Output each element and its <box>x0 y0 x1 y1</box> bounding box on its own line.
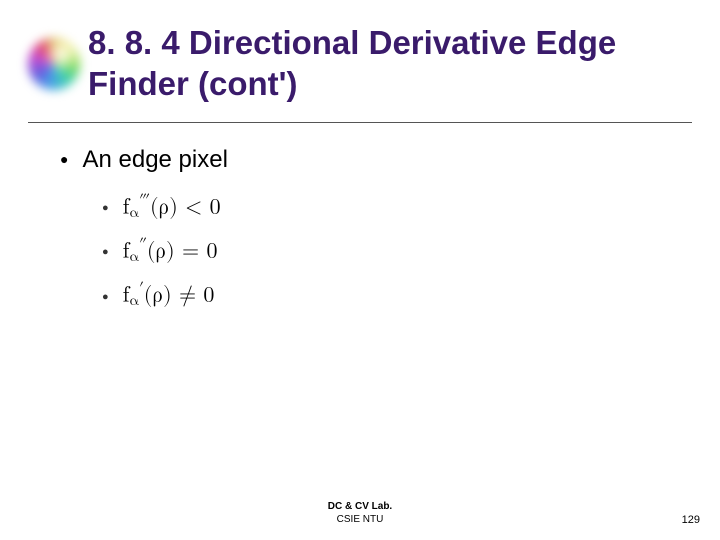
eq-superscript: ‴ <box>139 193 150 208</box>
eq-rhs: 0 <box>210 196 221 218</box>
sub-bullet-list: ● fα‴(ρ) < 0 ● fα″(ρ) = 0 ● fα′(ρ) ≠ 0 <box>102 192 680 311</box>
bullet-dot-icon: ● <box>60 147 68 171</box>
eq-relation: = <box>182 241 199 263</box>
footer-line-2: CSIE NTU <box>0 514 720 527</box>
eq-arg: ρ <box>159 196 170 218</box>
eq-relation: < <box>185 196 202 218</box>
sub-bullet-3: ● fα′(ρ) ≠ 0 <box>102 280 680 310</box>
logo-graphic <box>28 38 80 90</box>
eq-arg: ρ <box>155 241 166 263</box>
equation-1: fα‴(ρ) < 0 <box>123 192 221 222</box>
bullet-dot-icon: ● <box>102 291 109 303</box>
slide: 8. 8. 4 Directional Derivative Edge Find… <box>0 0 720 540</box>
sub-bullet-2: ● fα″(ρ) = 0 <box>102 236 680 266</box>
bullet-text: An edge pixel <box>82 146 227 174</box>
sub-bullet-1: ● fα‴(ρ) < 0 <box>102 192 680 222</box>
page-number: 129 <box>682 514 700 526</box>
eq-relation: ≠ <box>179 285 196 307</box>
footer-line-1: DC & CV Lab. <box>0 501 720 514</box>
eq-superscript: ′ <box>139 281 144 296</box>
equation-2: fα″(ρ) = 0 <box>123 236 218 266</box>
eq-superscript: ″ <box>139 237 147 252</box>
bullet-dot-icon: ● <box>102 202 109 214</box>
eq-arg: ρ <box>152 285 163 307</box>
bullet-level-1: ● An edge pixel <box>60 146 680 174</box>
eq-subscript: α <box>129 249 139 264</box>
slide-body: ● An edge pixel ● fα‴(ρ) < 0 ● fα″(ρ) = … <box>60 146 680 311</box>
eq-rhs: 0 <box>206 241 217 263</box>
equation-3: fα′(ρ) ≠ 0 <box>123 280 215 310</box>
eq-subscript: α <box>129 294 139 309</box>
footer: DC & CV Lab. CSIE NTU <box>0 501 720 526</box>
logo <box>28 38 80 90</box>
bullet-dot-icon: ● <box>102 246 109 258</box>
eq-subscript: α <box>129 205 139 220</box>
title-divider <box>28 122 692 123</box>
slide-title: 8. 8. 4 Directional Derivative Edge Find… <box>88 22 692 105</box>
eq-rhs: 0 <box>203 285 214 307</box>
